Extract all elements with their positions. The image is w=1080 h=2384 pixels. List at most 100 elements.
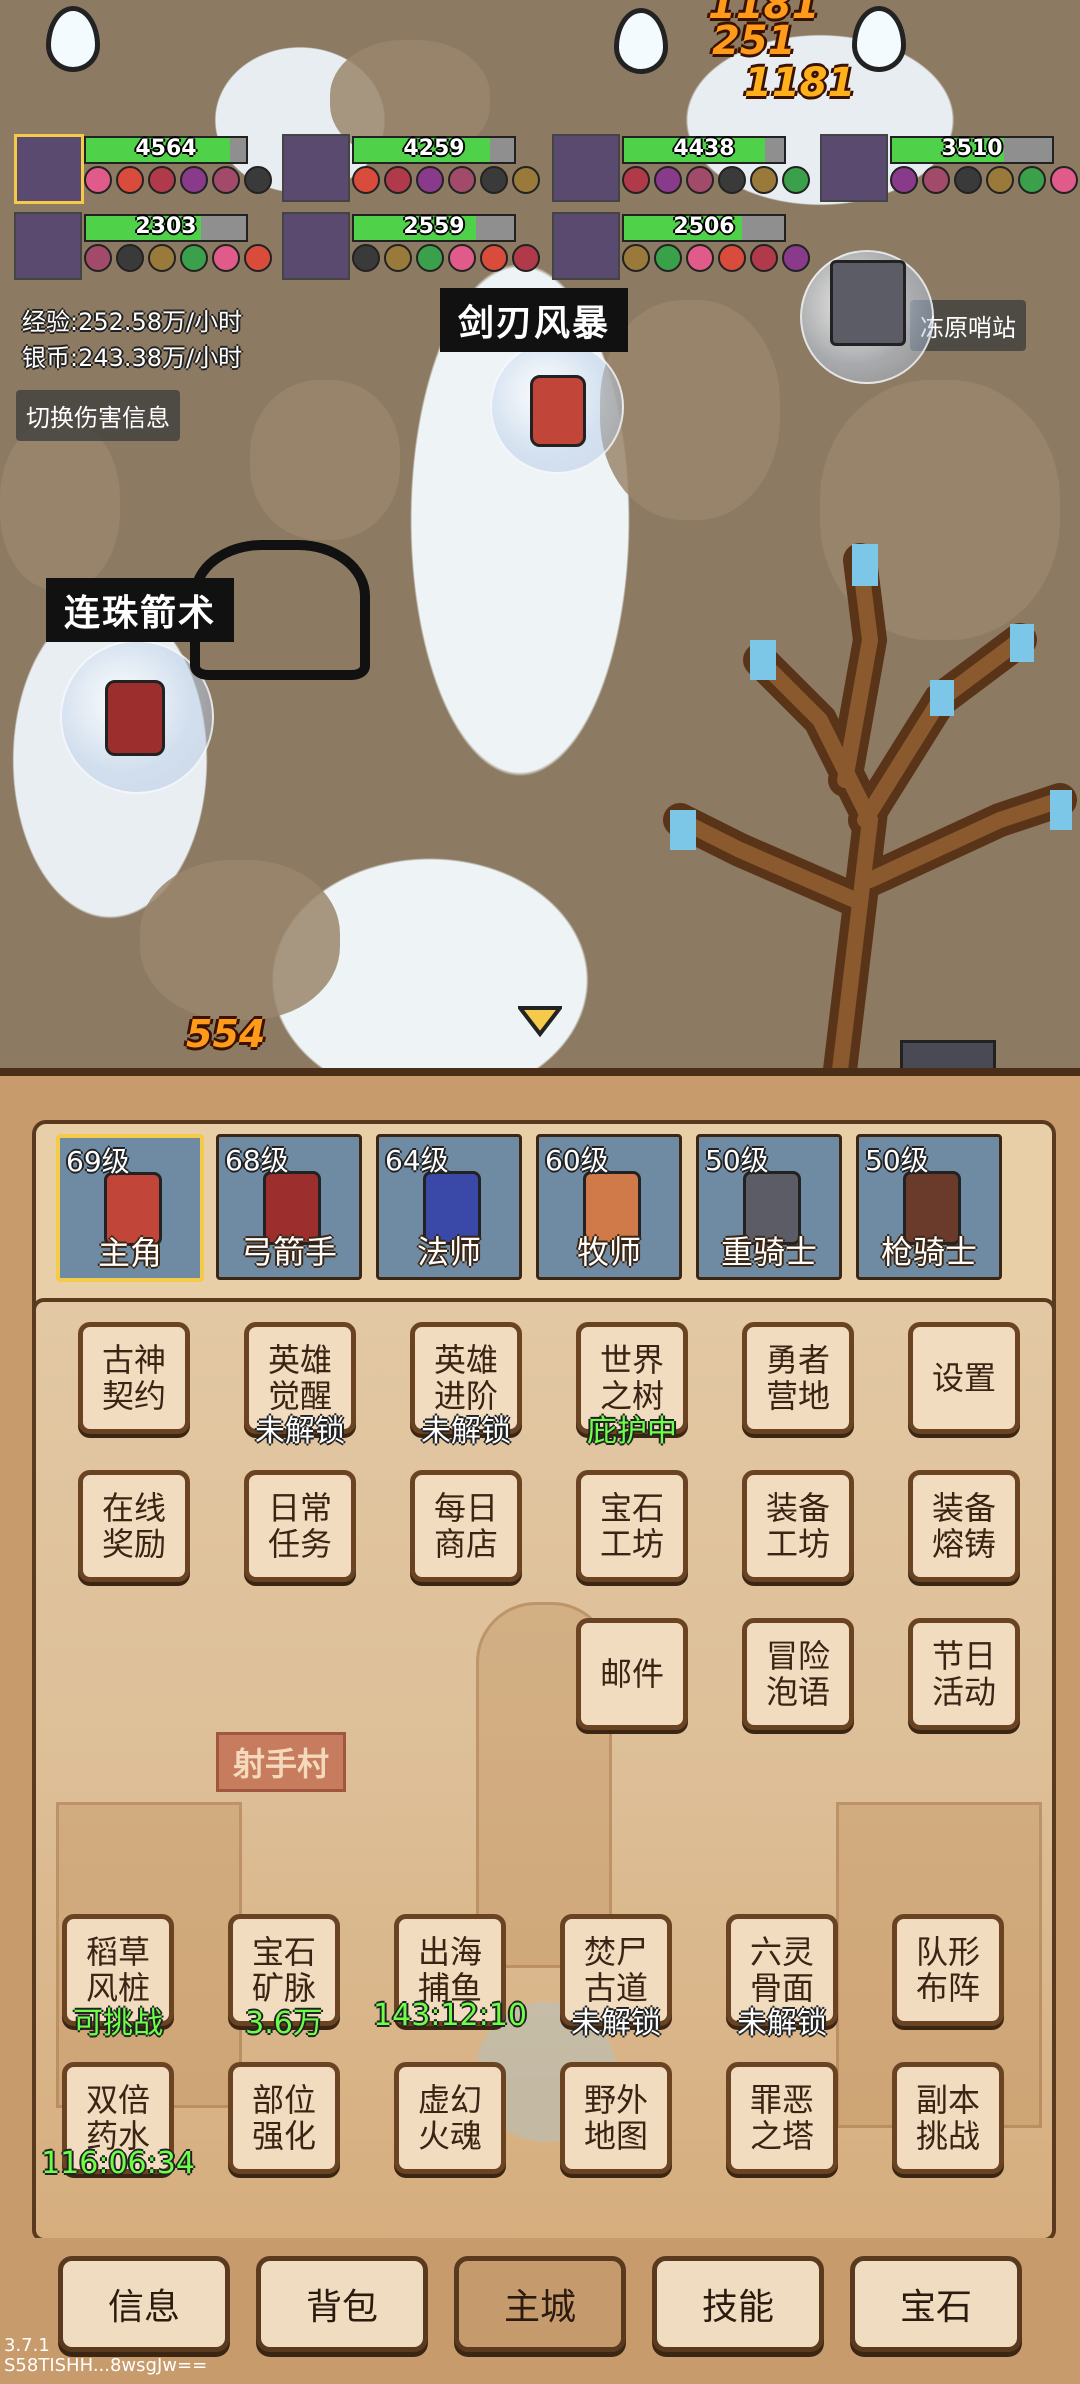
- menu-button[interactable]: 副本 挑战: [892, 2062, 1004, 2174]
- hp-bar: 2506: [622, 214, 786, 242]
- gem-icon: [416, 166, 444, 194]
- menu-button[interactable]: 装备 熔铸: [908, 1470, 1020, 1582]
- hero-slot[interactable]: 68级 弓箭手: [216, 1134, 362, 1280]
- city-menu: 射手村 古神 契约 英雄 觉醒 未解锁 英雄 进阶 未解锁 世界 之树 庇护中 勇者 营地 设置…: [32, 1298, 1056, 2242]
- menu-button[interactable]: 装备 工坊: [742, 1470, 854, 1582]
- build-id: S58TISHH...8wsgJw==: [4, 2355, 208, 2376]
- menu-status-text: 庇护中: [587, 1414, 677, 1449]
- gem-icon: [1018, 166, 1046, 194]
- menu-button-label: 在线 奖励: [101, 1489, 166, 1563]
- silver-rate-text: 银币:243.38万/小时: [22, 344, 243, 372]
- damage-number: 1181: [744, 60, 856, 106]
- menu-button[interactable]: 冒险 泡语: [742, 1618, 854, 1730]
- menu-status-text: 116:06:34: [41, 2146, 195, 2181]
- party-member-card[interactable]: 4564: [14, 134, 272, 204]
- hero-name: 主角: [97, 1234, 162, 1272]
- gem-icon: [954, 166, 982, 194]
- menu-status-text: 未解锁: [255, 1414, 345, 1449]
- menu-button-label: 双倍 药水: [85, 2081, 150, 2155]
- gem-icon: [84, 244, 112, 272]
- tab-button[interactable]: 主城: [454, 2256, 626, 2352]
- party-member-card[interactable]: 2506: [552, 212, 810, 280]
- menu-button-label: 节日 活动: [931, 1637, 996, 1711]
- equipped-gems: [622, 244, 810, 272]
- gem-icon: [244, 244, 272, 272]
- menu-button[interactable]: 日常 任务: [244, 1470, 356, 1582]
- party-member-portrait: [820, 134, 888, 202]
- gem-icon: [416, 244, 444, 272]
- hero-slot[interactable]: 60级 牧师: [536, 1134, 682, 1280]
- tab-button[interactable]: 技能: [652, 2256, 824, 2352]
- menu-button[interactable]: 勇者 营地: [742, 1322, 854, 1434]
- hero-slot[interactable]: 64级 法师: [376, 1134, 522, 1280]
- menu-button[interactable]: 节日 活动: [908, 1618, 1020, 1730]
- toggle-damage-info-button[interactable]: 切换伤害信息: [16, 390, 180, 441]
- hero-level: 68级: [225, 1144, 289, 1177]
- equipped-gems: [352, 166, 540, 194]
- hp-bar: 2303: [84, 214, 248, 242]
- hero-slot[interactable]: 50级 枪骑士: [856, 1134, 1002, 1280]
- gem-icon: [986, 166, 1014, 194]
- gem-icon: [84, 166, 112, 194]
- hero-level: 50级: [865, 1144, 929, 1177]
- menu-button-label: 英雄 进阶: [433, 1341, 498, 1415]
- menu-button[interactable]: 设置: [908, 1322, 1020, 1434]
- menu-button-label: 虚幻 火魂: [417, 2081, 482, 2155]
- archer-sprite: [105, 680, 165, 756]
- menu-status-text: 未解锁: [421, 1414, 511, 1449]
- menu-button[interactable]: 每日 商店: [410, 1470, 522, 1582]
- menu-button[interactable]: 野外 地图: [560, 2062, 672, 2174]
- party-member-card[interactable]: 4438: [552, 134, 810, 202]
- equipped-gems: [622, 166, 810, 194]
- hp-bar: 4564: [84, 136, 248, 164]
- gem-icon: [686, 244, 714, 272]
- gem-icon: [512, 244, 540, 272]
- gem-icon: [512, 166, 540, 194]
- hp-bar: 4259: [352, 136, 516, 164]
- menu-button-label: 古神 契约: [101, 1341, 166, 1415]
- menu-button-label: 野外 地图: [583, 2081, 648, 2155]
- hero-slot[interactable]: 50级 重骑士: [696, 1134, 842, 1280]
- menu-status-text: 143:12:10: [373, 1998, 527, 2033]
- party-member-card[interactable]: 2559: [282, 212, 540, 280]
- menu-button[interactable]: 虚幻 火魂: [394, 2062, 506, 2174]
- menu-button-label: 宝石 矿脉: [251, 1933, 316, 2007]
- hero-roster: 69级 主角 68级 弓箭手 64级 法师 60级 牧师 50级 重骑士 50级 枪骑士: [32, 1120, 1056, 1328]
- party-member-card[interactable]: 2303: [14, 212, 272, 280]
- menu-button[interactable]: 邮件: [576, 1618, 688, 1730]
- menu-button[interactable]: 在线 奖励: [78, 1470, 190, 1582]
- party-member-card[interactable]: 4259: [282, 134, 540, 202]
- menu-button-label: 装备 熔铸: [931, 1489, 996, 1563]
- gem-icon: [384, 166, 412, 194]
- menu-status-text: 未解锁: [571, 2006, 661, 2041]
- hp-bar: 4438: [622, 136, 786, 164]
- tab-button[interactable]: 背包: [256, 2256, 428, 2352]
- hero-level: 60级: [545, 1144, 609, 1177]
- hp-bar: 2559: [352, 214, 516, 242]
- menu-status-text: 3.6万: [245, 2006, 323, 2041]
- menu-button[interactable]: 部位 强化: [228, 2062, 340, 2174]
- gem-icon: [148, 244, 176, 272]
- party-member-card[interactable]: 3510: [820, 134, 1078, 202]
- party-member-portrait: [282, 212, 350, 280]
- menu-button-label: 稻草 风桩: [85, 1933, 150, 2007]
- hero-name: 重骑士: [720, 1233, 817, 1271]
- party-member-portrait: [14, 212, 82, 280]
- frozen-tree: [663, 543, 1077, 1070]
- hero-slot[interactable]: 69级 主角: [56, 1134, 204, 1282]
- equipped-gems: [352, 244, 540, 272]
- gem-icon: [750, 166, 778, 194]
- tab-button[interactable]: 宝石: [850, 2256, 1022, 2352]
- menu-button-label: 邮件: [599, 1655, 664, 1693]
- menu-button[interactable]: 队形 布阵: [892, 1914, 1004, 2026]
- menu-button[interactable]: 宝石 工坊: [576, 1470, 688, 1582]
- menu-button-label: 设置: [931, 1359, 996, 1397]
- skill-label-blade-storm: 剑刃风暴: [440, 288, 629, 352]
- menu-button[interactable]: 罪恶 之塔: [726, 2062, 838, 2174]
- equipped-gems: [84, 166, 272, 194]
- gem-icon: [654, 244, 682, 272]
- scroll-indicator-icon: [518, 1006, 562, 1038]
- menu-status-text: 未解锁: [737, 2006, 827, 2041]
- menu-button[interactable]: 古神 契约: [78, 1322, 190, 1434]
- gem-icon: [148, 166, 176, 194]
